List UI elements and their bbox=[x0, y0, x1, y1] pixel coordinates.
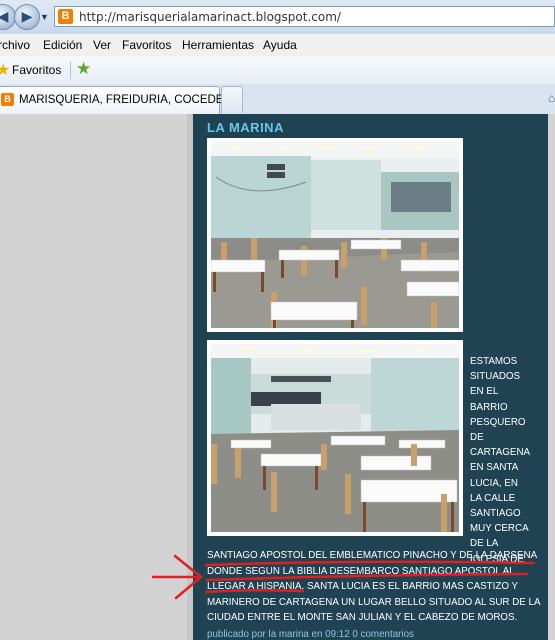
url-field[interactable]: B http://marisquerialamarinact.blogspot.… bbox=[54, 6, 555, 27]
menu-bar: rchivo Edición Ver Favoritos Herramienta… bbox=[0, 34, 555, 57]
home-icon[interactable]: ⌂ bbox=[548, 91, 555, 105]
address-bar: ◀ ▶ ▼ B http://marisquerialamarinact.blo… bbox=[0, 0, 555, 34]
text-line: ESTAMOS bbox=[470, 356, 518, 367]
text-line: DONDE SEGUN LA BIBLIA DESEMBARCO SANTIAG… bbox=[207, 565, 515, 577]
menu-archivo[interactable]: rchivo bbox=[0, 38, 30, 52]
text-line: DE bbox=[470, 432, 484, 444]
menu-edicion[interactable]: Edición bbox=[43, 38, 82, 52]
favorites-button[interactable]: Favoritos bbox=[12, 63, 61, 77]
text-line: EN SANTA bbox=[470, 462, 519, 474]
text-line: SANTIAGO APOSTOL DEL EMBLEMATICO PINACHO… bbox=[207, 550, 538, 561]
favorites-star-icon[interactable]: ★ bbox=[0, 60, 10, 80]
page-viewport: LA MARINA ESTAMOS SITUADOS EN EL BARRIO … bbox=[0, 114, 555, 640]
text-line: LLEGAR A HISPANIA. SANTA LUCIA ES EL BAR… bbox=[207, 581, 519, 592]
tab-bar: B MARISQUERIA, FREIDURIA, COCEDER... ⌂ bbox=[0, 84, 555, 114]
blogger-tab-icon: B bbox=[1, 93, 14, 106]
separator bbox=[70, 61, 71, 79]
tab-title: MARISQUERIA, FREIDURIA, COCEDER... bbox=[19, 94, 242, 106]
history-dropdown-icon[interactable]: ▼ bbox=[40, 12, 49, 22]
restaurant-interior-image-2 bbox=[211, 344, 459, 532]
menu-herramientas[interactable]: Herramientas bbox=[182, 38, 254, 52]
blog-post: LA MARINA ESTAMOS SITUADOS EN EL BARRIO … bbox=[193, 114, 548, 640]
forward-arrow-icon: ▶ bbox=[21, 8, 33, 24]
post-side-text: ESTAMOS SITUADOS EN EL BARRIO PESQUERO D… bbox=[470, 354, 542, 567]
text-line: LUCIA, EN bbox=[470, 477, 518, 489]
text-line: SITUADOS bbox=[470, 371, 521, 383]
text-line: CIUDAD ENTRE EL MONTE SAN JULIAN Y EL CA… bbox=[207, 612, 518, 623]
post-title[interactable]: LA MARINA bbox=[207, 120, 284, 135]
menu-favoritos[interactable]: Favoritos bbox=[122, 38, 171, 52]
menu-ayuda[interactable]: Ayuda bbox=[263, 38, 297, 52]
menu-ver[interactable]: Ver bbox=[93, 38, 111, 52]
text-line: BARRIO bbox=[470, 401, 508, 413]
text-line: EN EL bbox=[470, 386, 499, 398]
text-line: MUY CERCA bbox=[470, 523, 529, 535]
back-arrow-icon: ◀ bbox=[0, 8, 9, 24]
text-line: CARTAGENA bbox=[470, 447, 531, 459]
text-line: MARINERO DE CARTAGENA UN LUGAR BELLO SIT… bbox=[207, 596, 541, 608]
blogger-icon: B bbox=[58, 9, 73, 24]
post-footer[interactable]: publicado por la marina en 09:12 0 comen… bbox=[207, 629, 414, 640]
text-line: SANTIAGO bbox=[470, 508, 521, 520]
text-line: PESQUERO bbox=[470, 416, 526, 428]
url-text[interactable]: http://marisquerialamarinact.blogspot.co… bbox=[79, 10, 341, 24]
restaurant-photo-1[interactable] bbox=[207, 138, 463, 332]
restaurant-photo-2[interactable] bbox=[207, 340, 463, 536]
forward-button[interactable]: ▶ bbox=[14, 4, 40, 30]
add-favorite-icon[interactable]: ★ bbox=[76, 59, 91, 79]
tab-active[interactable]: B MARISQUERIA, FREIDURIA, COCEDER... bbox=[0, 86, 241, 114]
text-line: LA CALLE bbox=[470, 492, 516, 504]
restaurant-interior-image-1 bbox=[211, 142, 459, 328]
new-tab-button[interactable] bbox=[221, 86, 243, 113]
favorites-bar: ★ Favoritos ★ bbox=[0, 56, 555, 85]
post-body-text: SANTIAGO APOSTOL DEL EMBLEMATICO PINACHO… bbox=[207, 548, 542, 626]
